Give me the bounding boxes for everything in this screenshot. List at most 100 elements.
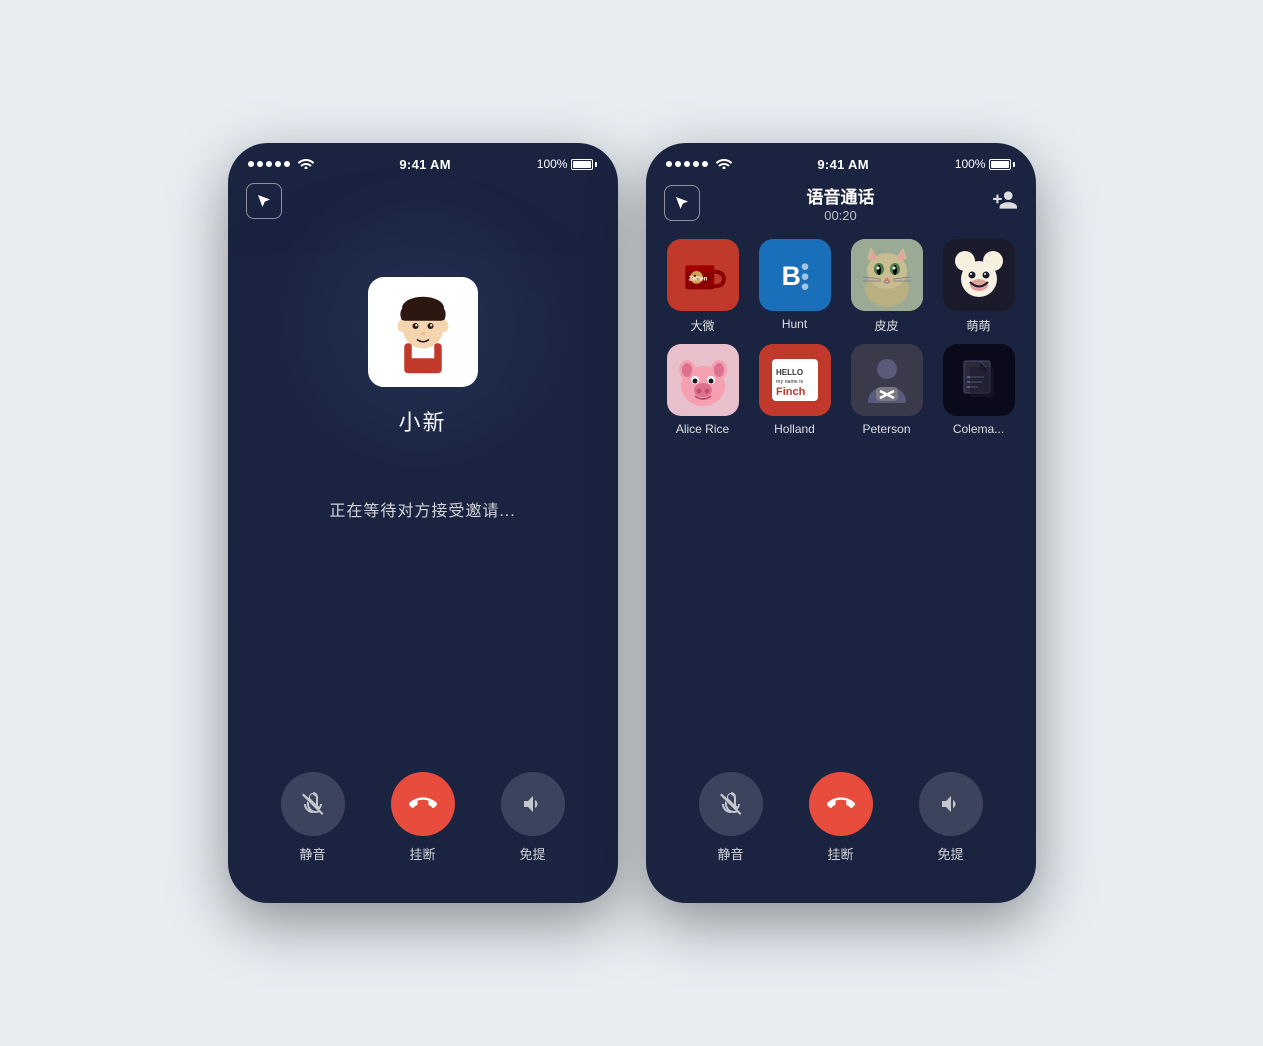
- name-pipi: 皮皮: [874, 317, 898, 334]
- mug-svg: Zelten: [679, 251, 727, 299]
- svg-text:Finch: Finch: [776, 386, 806, 398]
- signal-area-1: [248, 157, 314, 172]
- cartoon-svg: [949, 245, 1009, 305]
- battery-area-2: 100%: [955, 157, 1016, 171]
- cat-svg: [851, 239, 923, 311]
- name-peterson: Peterson: [862, 422, 910, 436]
- status-bar-2: 9:41 AM 100%: [646, 143, 1036, 179]
- avatar-dawei: Zelten: [667, 239, 739, 311]
- control-buttons-1: 静音 挂断: [258, 772, 588, 863]
- speaker-group-2: 免提: [919, 772, 983, 863]
- call-title: 语音通话: [807, 183, 875, 208]
- speaker-icon-2: [939, 792, 963, 816]
- avatar-hunt: B: [759, 239, 831, 311]
- speaker-button-1[interactable]: [501, 772, 565, 836]
- add-person-button[interactable]: [982, 187, 1018, 219]
- participant-mengmeng: 萌萌: [938, 239, 1020, 334]
- battery-area-1: 100%: [537, 157, 598, 171]
- signal-area-2: [666, 157, 732, 172]
- dot5b: [702, 161, 708, 167]
- mute-label-1: 静音: [299, 844, 325, 863]
- participant-alice: Alice Rice: [662, 344, 744, 436]
- dot5: [284, 161, 290, 167]
- mute-group-1: 静音: [281, 772, 345, 863]
- hangup-group-2: 挂断: [809, 772, 873, 863]
- name-coleman: Colema...: [953, 422, 1004, 436]
- avatar-alice: [667, 344, 739, 416]
- speaker-icon-1: [521, 792, 545, 816]
- avatar-peterson: [851, 344, 923, 416]
- battery-pct-2: 100%: [955, 157, 986, 171]
- avatar-holland: HELLO my name is Finch: [759, 344, 831, 416]
- hangup-button-1[interactable]: [391, 772, 455, 836]
- participant-pipi: 皮皮: [846, 239, 928, 334]
- svg-text:HELLO: HELLO: [776, 368, 803, 377]
- battery-icon-1: [571, 159, 597, 170]
- hangup-button-2[interactable]: [809, 772, 873, 836]
- finch-svg: HELLO my name is Finch: [766, 351, 824, 409]
- caller-name: 小新: [398, 405, 446, 437]
- phone1: 9:41 AM 100%: [228, 143, 618, 903]
- participant-dawei: Zelten 大微: [662, 239, 744, 334]
- participants-grid: Zelten 大微 B: [662, 239, 1020, 436]
- cursor-icon-2: [673, 194, 691, 212]
- phone-hangup-icon-2: [827, 790, 855, 818]
- bottom-controls-2: 静音 挂断: [646, 752, 1036, 903]
- participant-holland: HELLO my name is Finch Holland: [754, 344, 836, 436]
- pig-svg: [673, 350, 733, 410]
- speaker-button-2[interactable]: [919, 772, 983, 836]
- logo-btn-1[interactable]: [246, 183, 282, 219]
- avatar-pipi: [851, 239, 923, 311]
- mic-off-icon-1: [301, 792, 325, 816]
- mute-group-2: 静音: [699, 772, 763, 863]
- hangup-label-1: 挂断: [409, 844, 435, 863]
- logo-btn-2[interactable]: [664, 185, 700, 221]
- dot3b: [684, 161, 690, 167]
- dot2: [257, 161, 263, 167]
- nav-bar-1: [228, 179, 618, 227]
- name-hunt: Hunt: [782, 317, 807, 331]
- dot3: [266, 161, 272, 167]
- battery-icon-2: [989, 159, 1015, 170]
- status-bar-1: 9:41 AM 100%: [228, 143, 618, 179]
- phone2: 9:41 AM 100% 语音通话 00:20: [646, 143, 1036, 903]
- speaker-group-1: 免提: [501, 772, 565, 863]
- waiting-text: 正在等待对方接受邀请...: [329, 497, 515, 521]
- name-alice: Alice Rice: [676, 422, 729, 436]
- svg-text:my name is: my name is: [776, 379, 803, 385]
- call-duration: 00:20: [824, 208, 857, 223]
- signal-dots-1: [248, 161, 290, 167]
- peterson-svg: [858, 351, 916, 409]
- add-person-icon: [992, 187, 1018, 213]
- name-dawei: 大微: [690, 317, 714, 334]
- time-1: 9:41 AM: [399, 157, 450, 172]
- hunt-svg: B: [770, 250, 820, 300]
- caller-avatar-container: [368, 277, 478, 387]
- mute-label-2: 静音: [717, 844, 743, 863]
- dot2b: [675, 161, 681, 167]
- avatar-coleman: [943, 344, 1015, 416]
- wifi-icon-2: [716, 157, 732, 172]
- speaker-label-1: 免提: [519, 844, 545, 863]
- dot1b: [666, 161, 672, 167]
- participant-coleman: Colema...: [938, 344, 1020, 436]
- mute-button-2[interactable]: [699, 772, 763, 836]
- doc-svg: [954, 355, 1004, 405]
- mic-off-icon-2: [719, 792, 743, 816]
- control-buttons-2: 静音 挂断: [676, 772, 1006, 863]
- phones-container: 9:41 AM 100%: [198, 113, 1066, 933]
- dot1: [248, 161, 254, 167]
- hangup-group-1: 挂断: [391, 772, 455, 863]
- hangup-label-2: 挂断: [827, 844, 853, 863]
- speaker-label-2: 免提: [937, 844, 963, 863]
- avatar-mengmeng: [943, 239, 1015, 311]
- participant-hunt: B Hunt: [754, 239, 836, 334]
- nav-bar-2: 语音通话 00:20: [646, 179, 1036, 231]
- phone-hangup-icon-1: [409, 790, 437, 818]
- mute-button-1[interactable]: [281, 772, 345, 836]
- nav-title-group: 语音通话 00:20: [700, 183, 982, 223]
- cartoon-avatar-svg: [378, 287, 468, 377]
- svg-text:B: B: [781, 261, 800, 291]
- dot4: [275, 161, 281, 167]
- battery-pct-1: 100%: [537, 157, 568, 171]
